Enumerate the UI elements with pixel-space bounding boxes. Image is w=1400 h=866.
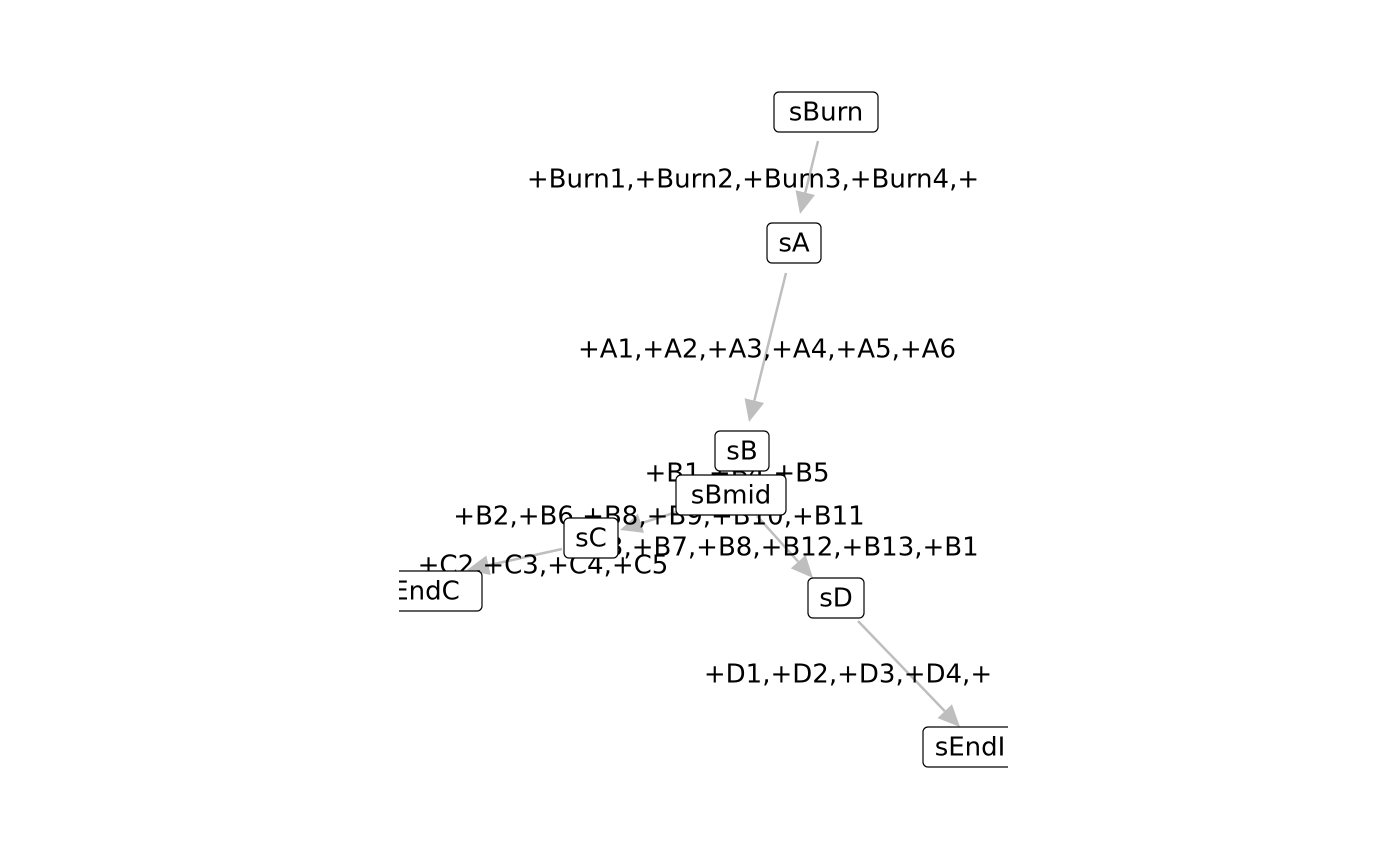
node-sEndD: sEndI xyxy=(922,726,1008,768)
node-sBurn: sBurn xyxy=(773,91,879,133)
node-label-sC: sC xyxy=(575,524,607,554)
node-label-sEndC: EndC xyxy=(392,577,460,607)
edge-label-sBmid-to-sC: +B2,+B6,+B8,+B9,+B10,+B11 xyxy=(453,502,864,532)
state-diagram: +Burn1,+Burn2,+Burn3,+Burn4,+ +A1,+A2,+A3… xyxy=(392,91,1008,768)
node-label-sB: sB xyxy=(726,437,757,467)
node-sC: sC xyxy=(563,517,619,559)
node-sB: sB xyxy=(714,430,770,472)
edge-label-sD-to-sEndD: +D1,+D2,+D3,+D4,+ xyxy=(704,660,992,690)
node-sEndC: EndC xyxy=(392,570,483,612)
edge-labels-layer: +Burn1,+Burn2,+Burn3,+Burn4,+ +A1,+A2,+A3… xyxy=(418,165,992,690)
node-label-sEndD: sEndI xyxy=(935,733,1006,763)
node-sBmid: sBmid xyxy=(675,474,787,516)
node-label-sBmid: sBmid xyxy=(691,481,771,511)
edge-label-sA-to-sB: +A1,+A2,+A3,+A4,+A5,+A6 xyxy=(578,335,956,365)
diagram-canvas: +Burn1,+Burn2,+Burn3,+Burn4,+ +A1,+A2,+A3… xyxy=(0,0,1400,866)
edge-label-sBurn-to-sA: +Burn1,+Burn2,+Burn3,+Burn4,+ xyxy=(527,165,979,195)
node-label-sA: sA xyxy=(778,229,810,259)
plot-area: +Burn1,+Burn2,+Burn3,+Burn4,+ +A1,+A2,+A3… xyxy=(392,91,1008,768)
node-sA: sA xyxy=(766,222,822,264)
arrowhead-sA-to-sB xyxy=(744,398,765,422)
node-sD: sD xyxy=(807,577,865,619)
edges-layer xyxy=(467,140,960,727)
node-label-sD: sD xyxy=(819,584,853,614)
node-label-sBurn: sBurn xyxy=(789,98,864,128)
